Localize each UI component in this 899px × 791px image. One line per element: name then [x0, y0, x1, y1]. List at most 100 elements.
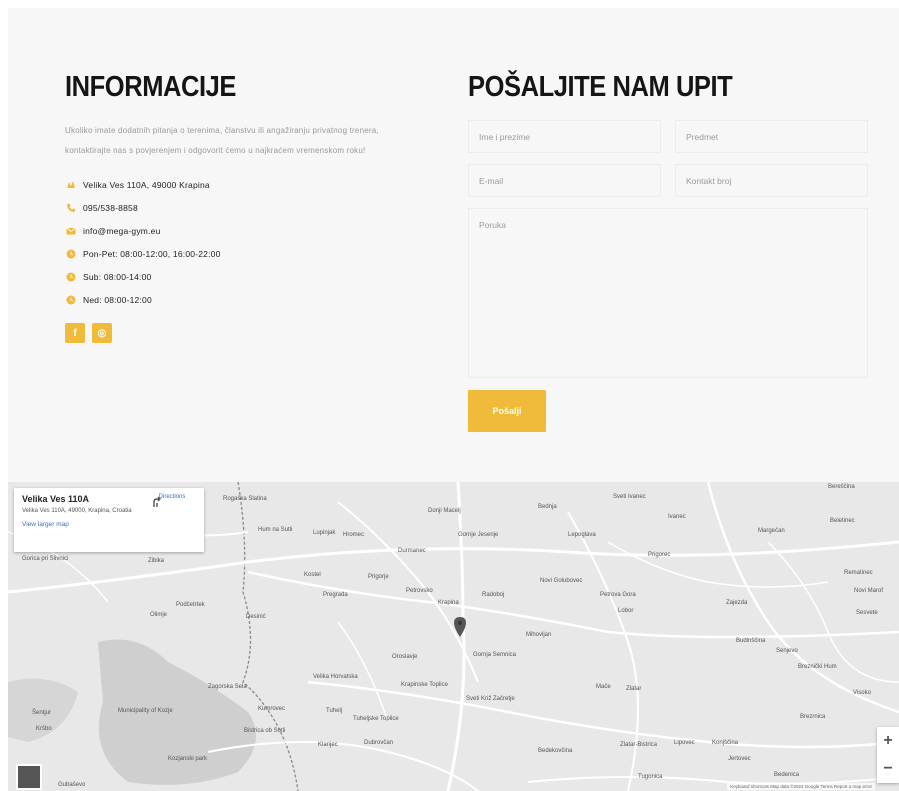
subject-input[interactable]: Predmet [675, 120, 868, 153]
clock-icon [65, 271, 77, 283]
map-label: Novi Golubovec [540, 578, 583, 584]
zoom-controls: + − [877, 727, 899, 783]
form-heading: POŠALJITE NAM UPIT [468, 71, 733, 103]
submit-button[interactable]: Pošalji [468, 390, 546, 432]
facebook-icon[interactable]: f [65, 323, 85, 343]
map-label: Bistrica ob Sotli [244, 728, 286, 734]
map-label: Rogaška Slatina [223, 496, 267, 502]
phone-input[interactable]: Kontakt broj [675, 164, 868, 197]
info-column: INFORMACIJE Ukoliko imate dodatnih pitan… [65, 70, 410, 343]
map-label: Zagorska Sela [208, 684, 247, 690]
map-label: Sveti Križ Začretje [466, 696, 515, 702]
zoom-out-button[interactable]: − [877, 755, 899, 783]
name-input[interactable]: Ime i prezime [468, 120, 661, 153]
mail-icon [65, 225, 77, 237]
map-label: Prigorec [648, 552, 671, 558]
map-label: Pregrada [323, 592, 348, 598]
map-label: Bedekovčina [538, 748, 573, 754]
map-label: Kršbo [36, 726, 52, 732]
phone-icon [65, 202, 77, 214]
map-label: Rematinec [844, 570, 873, 576]
contact-hours-saturday: Sub: 08:00-14:00 [65, 265, 410, 288]
view-larger-map-link[interactable]: View larger map [22, 521, 196, 528]
map-attribution[interactable]: Keyboard shortcuts Map data ©2024 Google… [727, 783, 875, 790]
map-label: Sesvete [856, 610, 878, 616]
map-label: Petrovsko [406, 588, 433, 594]
message-textarea[interactable]: Poruka [468, 208, 868, 378]
map-label: Dubrovčan [364, 740, 394, 746]
map-label: Konjščina [712, 740, 739, 746]
contact-hours-saturday-text: Sub: 08:00-14:00 [83, 271, 152, 282]
google-map[interactable]: Rogaška Slatina Donji Macelj Bednja Svet… [8, 482, 899, 791]
clock-icon [65, 294, 77, 306]
contact-phone[interactable]: 095/538-8858 [65, 196, 410, 219]
map-label: Olimje [150, 612, 168, 618]
map-icon [65, 179, 77, 191]
contact-section: INFORMACIJE Ukoliko imate dodatnih pitan… [8, 8, 899, 482]
map-label: Novi Marof [854, 588, 884, 594]
contact-hours-sunday: Ned: 08:00-12:00 [65, 288, 410, 311]
directions-button[interactable]: Directions [150, 494, 194, 507]
map-label: Budinščina [736, 638, 766, 644]
contact-hours-weekday-text: Pon-Pet: 08:00-12:00, 16:00-22:00 [83, 248, 221, 259]
map-label: Klanjec [318, 742, 338, 748]
instagram-icon[interactable]: ◎ [92, 323, 112, 343]
map-label: Radoboj [482, 592, 505, 598]
map-label: Šentjur [32, 710, 52, 716]
map-label: Petrova Gora [600, 592, 636, 598]
map-type-toggle[interactable] [16, 764, 42, 790]
map-label: Municipality of Kozje [118, 708, 173, 714]
map-label: Velika Horvatska [313, 674, 358, 680]
map-label: Mihovljan [526, 632, 552, 638]
map-label: Beletinec [830, 518, 855, 524]
map-label: Prigorje [368, 574, 389, 580]
map-label: Kostel [304, 572, 321, 578]
map-label: Gorica pri Slivnici [22, 556, 69, 562]
map-label: Oroslavje [392, 654, 418, 660]
map-label: Lupinjak [313, 530, 336, 536]
map-label: Lepoglava [568, 532, 596, 538]
map-label: Tuheljske Toplice [353, 716, 399, 722]
map-label: Tugonica [638, 774, 663, 780]
map-label: Zlatar [626, 686, 642, 692]
map-label: Podčetrtek [176, 602, 205, 608]
map-label: Ivanec [668, 514, 686, 520]
map-label: Gornje Jesenje [458, 532, 499, 538]
map-label: Bednja [538, 504, 557, 510]
map-label: Brezrnica [800, 714, 826, 720]
map-label: Bedenica [774, 772, 800, 778]
info-intro: Ukoliko imate dodatnih pitanja o terenim… [65, 126, 379, 155]
map-label: Zajezda [726, 600, 748, 606]
map-label: Kozjanski park [168, 756, 208, 762]
map-label: Tuhelj [326, 708, 343, 714]
map-label: Bereščina [828, 484, 855, 490]
map-label: Sveti Ivanec [613, 494, 646, 500]
map-label: Senjevo [776, 648, 798, 654]
map-label: Lobor [618, 608, 634, 614]
place-address: Velika Ves 110A, 49000, Krapina, Croatia [22, 508, 132, 514]
zoom-in-button[interactable]: + [877, 727, 899, 755]
contact-address: Velika Ves 110A, 49000 Krapina [65, 173, 410, 196]
map-label: Jertovec [728, 756, 751, 762]
contact-email[interactable]: info@mega-gym.eu [65, 219, 410, 242]
map-label: Krapina [438, 600, 459, 606]
map-label: Gubaševo [58, 782, 86, 788]
map-label: Visoko [853, 690, 871, 696]
map-label: Mače [596, 684, 611, 690]
map-label: Durmanec [398, 548, 426, 554]
map-label: Lipovec [674, 740, 695, 746]
contact-email-text: info@mega-gym.eu [83, 225, 161, 236]
social-links: f ◎ [65, 323, 410, 343]
email-input[interactable]: E-mail [468, 164, 661, 197]
map-label: Kumrovec [258, 706, 286, 712]
map-label: Gornja Semnica [473, 652, 517, 658]
map-label: Zlatar-Bistrica [620, 742, 658, 748]
directions-icon [153, 496, 161, 507]
map-label: Hromec [343, 532, 365, 538]
map-label: Donji Macelj [428, 508, 461, 514]
contact-hours-weekday: Pon-Pet: 08:00-12:00, 16:00-22:00 [65, 242, 410, 265]
contact-list: Velika Ves 110A, 49000 Krapina 095/538-8… [65, 173, 410, 311]
map-label: Krapinske Toplice [401, 682, 448, 688]
info-heading: INFORMACIJE [65, 71, 236, 103]
contact-address-text: Velika Ves 110A, 49000 Krapina [83, 179, 210, 190]
